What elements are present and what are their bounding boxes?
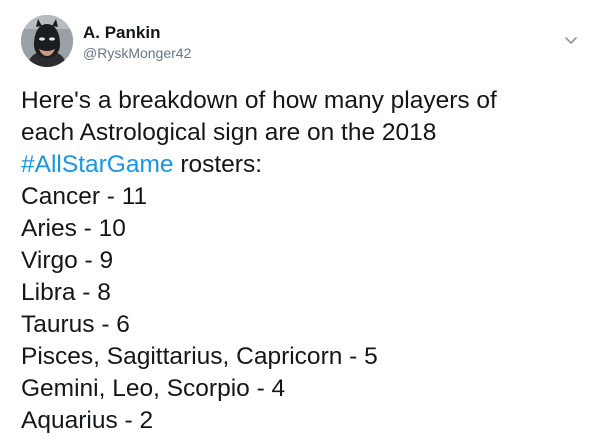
masked-hero-avatar-icon [21,15,73,67]
tweet-text-line: each Astrological sign are on the 2018 [21,119,437,146]
sign-count-line: Libra - 8 [21,279,111,306]
tweet-text-fragment: rosters: [173,151,263,178]
sign-count-line: Aquarius - 2 [21,407,154,434]
author-name[interactable]: A. Pankin [83,23,160,43]
tweet-text-line: Here's a breakdown of how many players o… [21,87,497,114]
sign-count-line: Virgo - 9 [21,247,114,274]
tweet-text: Here's a breakdown of how many players o… [21,85,581,437]
tweet-card: A. Pankin @RyskMonger42 Here's a breakdo… [0,0,598,443]
author-handle[interactable]: @RyskMonger42 [83,44,191,62]
tweet-text-line: #AllStarGame rosters: [21,149,581,181]
sign-count-line: Cancer - 11 [21,183,148,210]
sign-count-line: Gemini, Leo, Scorpio - 4 [21,375,286,402]
sign-count-line: Aries - 10 [21,215,126,242]
chevron-down-icon[interactable] [562,34,580,48]
avatar[interactable] [21,15,73,67]
sign-count-line: Taurus - 6 [21,311,130,338]
hashtag-link[interactable]: #AllStarGame [21,151,174,178]
sign-count-line: Pisces, Sagittarius, Capricorn - 5 [21,343,378,370]
